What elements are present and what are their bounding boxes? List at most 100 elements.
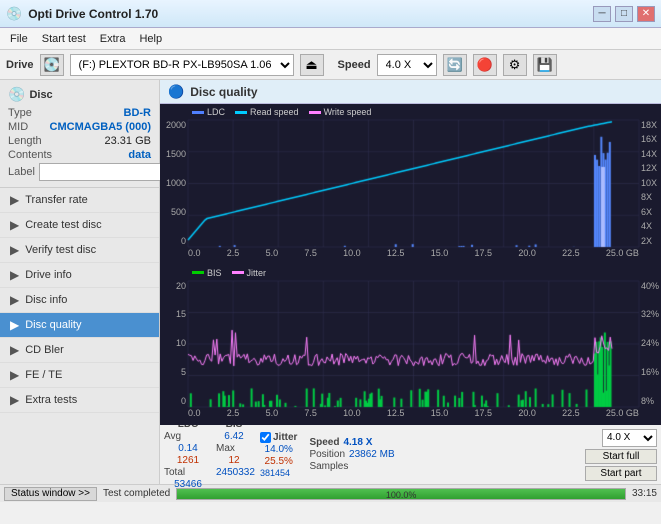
sidebar-item-label-5: Disc quality <box>25 319 81 331</box>
close-button[interactable]: ✕ <box>637 6 655 22</box>
top-chart: LDC Read speed Write speed 2000150010005… <box>160 104 661 265</box>
total-label: Total <box>164 467 212 478</box>
sidebar-item-drive-info[interactable]: ▶ Drive info <box>0 263 159 288</box>
top-chart-canvas <box>160 104 661 265</box>
drive-info-icon: ▶ <box>10 268 19 282</box>
verify-test-disc-icon: ▶ <box>10 243 19 257</box>
disc-icon: 💿 <box>8 86 25 103</box>
jitter-checkbox-row: Jitter <box>260 432 297 443</box>
start-full-button[interactable]: Start full <box>585 449 657 464</box>
status-window-button[interactable]: Status window >> <box>4 487 97 501</box>
drive-icon-btn[interactable]: 💽 <box>40 54 64 76</box>
position-value: 23862 MB <box>349 449 395 460</box>
title-bar: 💿 Opti Drive Control 1.70 ─ □ ✕ <box>0 0 661 28</box>
sidebar: 💿 Disc Type BD-R MID CMCMAGBA5 (000) Len… <box>0 80 160 484</box>
legend-write-speed: Write speed <box>309 107 372 117</box>
ldc-max: 1261 <box>164 455 212 466</box>
sidebar-item-label-0: Transfer rate <box>25 194 88 206</box>
sidebar-item-disc-quality[interactable]: ▶ Disc quality <box>0 313 159 338</box>
ldc-avg: 6.42 <box>216 431 252 442</box>
disc-length-label: Length <box>8 135 42 147</box>
jitter-avg: 14.0% <box>260 444 297 455</box>
speed-value: 4.18 X <box>343 437 372 448</box>
disc-mid-value: CMCMAGBA5 (000) <box>50 121 151 133</box>
sidebar-item-label-3: Drive info <box>25 269 71 281</box>
minimize-button[interactable]: ─ <box>593 6 611 22</box>
speed-header: Speed <box>309 437 339 448</box>
sidebar-item-label-7: FE / TE <box>25 369 62 381</box>
disc-panel-title: Disc <box>29 89 52 101</box>
bottom-chart-y-left: 20151050 <box>160 281 188 407</box>
status-text: Test completed <box>103 488 170 499</box>
start-part-button[interactable]: Start part <box>585 466 657 481</box>
create-test-disc-icon: ▶ <box>10 218 19 232</box>
bis-max: 12 <box>216 455 252 466</box>
top-chart-x-axis: 0.02.55.07.510.012.515.017.520.022.525.0… <box>188 246 639 264</box>
bottom-chart-canvas <box>160 265 661 425</box>
sidebar-item-transfer-rate[interactable]: ▶ Transfer rate <box>0 188 159 213</box>
disc-length-value: 23.31 GB <box>105 135 151 147</box>
jitter-checkbox[interactable] <box>260 432 271 443</box>
dq-title: Disc quality <box>190 85 257 99</box>
sidebar-item-create-test-disc[interactable]: ▶ Create test disc <box>0 213 159 238</box>
disc-contents-label: Contents <box>8 149 52 161</box>
burn-icon-btn[interactable]: 🔴 <box>473 54 497 76</box>
bottom-chart: BIS Jitter 20151050 40%32%24%16%8% <box>160 265 661 425</box>
menu-help[interactable]: Help <box>133 32 168 46</box>
legend-bis: BIS <box>192 268 222 278</box>
progress-text: 100.0% <box>386 489 417 501</box>
refresh-button[interactable]: 🔄 <box>443 54 467 76</box>
drive-select[interactable]: (F:) PLEXTOR BD-R PX-LB950SA 1.06 <box>70 54 294 76</box>
menu-file[interactable]: File <box>4 32 34 46</box>
sidebar-item-verify-test-disc[interactable]: ▶ Verify test disc <box>0 238 159 263</box>
dq-header: 🔵 Disc quality <box>160 80 661 104</box>
eject-button[interactable]: ⏏ <box>300 54 324 76</box>
speed-select[interactable]: 4.0 X <box>377 54 437 76</box>
bottom-chart-x-axis: 0.02.55.07.510.012.515.017.520.022.525.0… <box>188 406 639 424</box>
legend-jitter: Jitter <box>232 268 267 278</box>
sidebar-item-label-6: CD Bler <box>25 344 64 356</box>
ldc-total: 2450332 <box>216 467 252 478</box>
sidebar-item-label-4: Disc info <box>25 294 67 306</box>
app-title: Opti Drive Control 1.70 <box>28 7 158 21</box>
save-icon-btn[interactable]: 💾 <box>533 54 557 76</box>
disc-label-input[interactable] <box>39 163 179 181</box>
sidebar-item-fe-te[interactable]: ▶ FE / TE <box>0 363 159 388</box>
dq-icon: 🔵 <box>168 84 184 100</box>
menu-start-test[interactable]: Start test <box>36 32 92 46</box>
sidebar-item-disc-info[interactable]: ▶ Disc info <box>0 288 159 313</box>
disc-type-label: Type <box>8 107 32 119</box>
drive-bar: Drive 💽 (F:) PLEXTOR BD-R PX-LB950SA 1.0… <box>0 50 661 80</box>
status-time: 33:15 <box>632 488 657 499</box>
drive-label: Drive <box>6 59 34 71</box>
speed-label: Speed <box>338 59 371 71</box>
menu-extra[interactable]: Extra <box>94 32 132 46</box>
fe-te-icon: ▶ <box>10 368 19 382</box>
samples-label: Samples <box>309 461 348 472</box>
sidebar-item-cd-bler[interactable]: ▶ CD Bler <box>0 338 159 363</box>
bis-avg: 0.14 <box>164 443 212 454</box>
data-row: LDC BIS Avg 6.42 0.14 Max 1261 12 Total … <box>160 424 661 484</box>
sidebar-item-extra-tests[interactable]: ▶ Extra tests <box>0 388 159 413</box>
maximize-button[interactable]: □ <box>615 6 633 22</box>
avg-label: Avg <box>164 431 212 442</box>
sidebar-item-label-1: Create test disc <box>25 219 101 231</box>
top-chart-y-right: 18X16X14X12X10X8X6X4X2X <box>639 120 661 246</box>
disc-quality-icon: ▶ <box>10 318 19 332</box>
settings-icon-btn[interactable]: ⚙ <box>503 54 527 76</box>
app-icon: 💿 <box>6 6 22 22</box>
sidebar-item-label-2: Verify test disc <box>25 244 96 256</box>
sidebar-item-label-8: Extra tests <box>25 394 77 406</box>
samples-value: 381454 <box>260 468 297 478</box>
disc-panel: 💿 Disc Type BD-R MID CMCMAGBA5 (000) Len… <box>0 80 159 188</box>
bottom-chart-y-right: 40%32%24%16%8% <box>639 281 661 407</box>
menu-bar: File Start test Extra Help <box>0 28 661 50</box>
disc-contents-value: data <box>128 149 151 161</box>
cd-bler-icon: ▶ <box>10 343 19 357</box>
disc-label-label: Label <box>8 166 35 178</box>
transfer-rate-icon: ▶ <box>10 193 19 207</box>
speed-select-control[interactable]: 4.0 X <box>602 429 657 447</box>
main-layout: 💿 Disc Type BD-R MID CMCMAGBA5 (000) Len… <box>0 80 661 484</box>
status-bar: Status window >> Test completed 100.0% 3… <box>0 484 661 502</box>
top-chart-y-left: 2000150010005000 <box>160 120 188 246</box>
